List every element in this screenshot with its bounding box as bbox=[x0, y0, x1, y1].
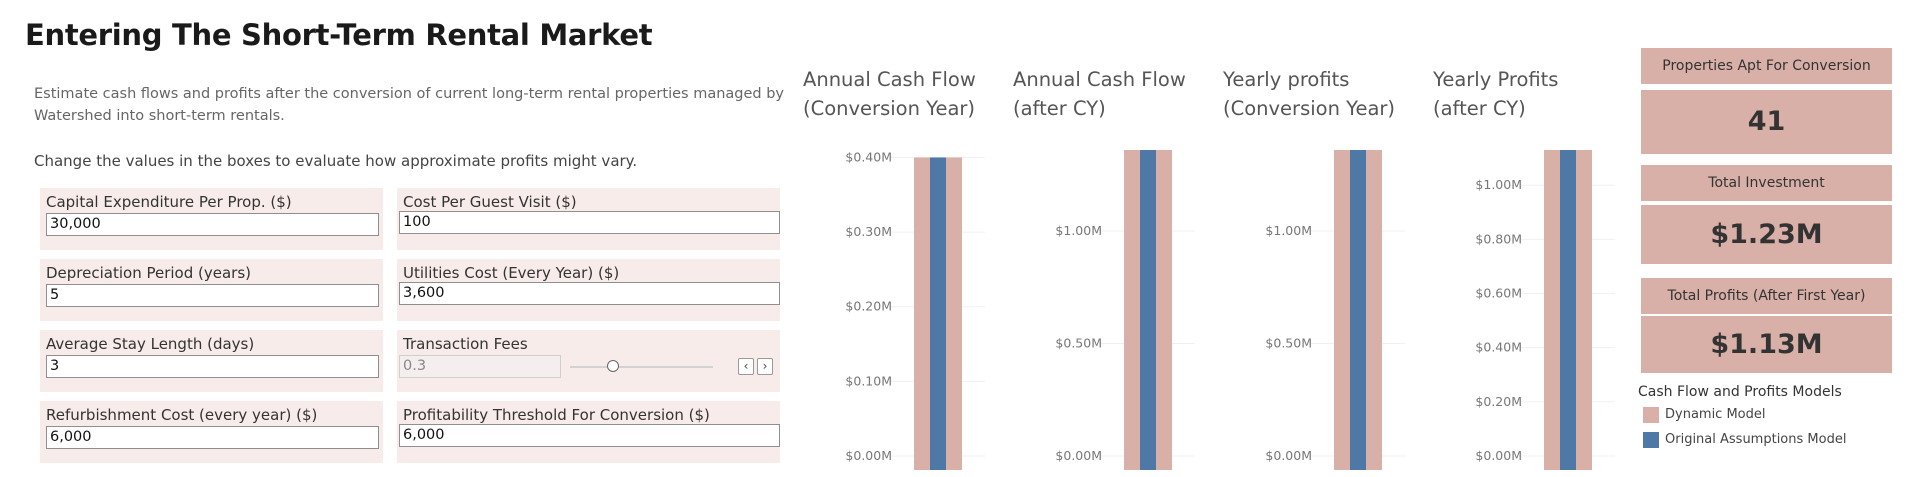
chart-yearly-profits-cy: $0.00M $0.50M $1.00M bbox=[1265, 150, 1405, 470]
y-tick-label: $0.00M bbox=[1475, 448, 1522, 463]
y-tick-label: $0.00M bbox=[1265, 448, 1312, 463]
param-label: Refurbishment Cost (every year) ($) bbox=[46, 406, 318, 424]
chart-annual-cash-flow-after-cy: $0.00M $0.50M $1.00M bbox=[1055, 150, 1195, 470]
y-tick-label: $0.00M bbox=[1055, 448, 1102, 463]
page-title: Entering The Short-Term Rental Market bbox=[25, 18, 653, 52]
threshold-input[interactable]: 6,000 bbox=[399, 424, 780, 447]
legend-title: Cash Flow and Profits Models bbox=[1638, 384, 1842, 400]
legend-swatch bbox=[1643, 432, 1659, 448]
legend-label: Original Assumptions Model bbox=[1665, 432, 1847, 447]
y-tick-label: $0.50M bbox=[1055, 336, 1102, 351]
y-tick-label: $0.40M bbox=[1475, 340, 1522, 355]
y-tick-label: $1.00M bbox=[1055, 223, 1102, 238]
chart-annual-cash-flow-cy: $0.00M $0.10M $0.20M $0.30M $0.40M bbox=[845, 149, 985, 470]
param-transaction-fees: Transaction Fees 0.3 ‹ › bbox=[397, 330, 780, 392]
y-tick-label: $0.40M bbox=[845, 149, 892, 164]
y-tick-label: $0.20M bbox=[1475, 394, 1522, 409]
chart-title-3: Yearly profits (Conversion Year) bbox=[1223, 68, 1396, 120]
chart-yearly-profits-after-cy: $0.00M $0.20M $0.40M $0.60M $0.80M $1.00M bbox=[1475, 150, 1615, 470]
param-label: Transaction Fees bbox=[403, 335, 528, 353]
depreciation-input[interactable]: 5 bbox=[46, 284, 379, 307]
bar-original-model[interactable] bbox=[1560, 150, 1576, 470]
y-tick-label: $0.00M bbox=[845, 448, 892, 463]
y-tick-label: $0.30M bbox=[845, 224, 892, 239]
kpi-properties-label: Properties Apt For Conversion bbox=[1641, 48, 1892, 84]
param-threshold: Profitability Threshold For Conversion (… bbox=[397, 401, 780, 463]
kpi-profits-label: Total Profits (After First Year) bbox=[1641, 278, 1892, 314]
cost-per-visit-input[interactable]: 100 bbox=[399, 211, 780, 234]
bar-original-model[interactable] bbox=[1350, 150, 1366, 470]
decrement-button[interactable]: ‹ bbox=[738, 358, 754, 375]
chart-title-1: Annual Cash Flow (Conversion Year) bbox=[803, 68, 976, 120]
kpi-properties-value: 41 bbox=[1641, 90, 1892, 154]
param-stay-length: Average Stay Length (days) 3 bbox=[40, 330, 383, 392]
instructions: Change the values in the boxes to evalua… bbox=[34, 152, 638, 170]
param-label: Average Stay Length (days) bbox=[46, 335, 255, 353]
y-tick-label: $0.80M bbox=[1475, 231, 1522, 246]
y-tick-label: $1.00M bbox=[1475, 177, 1522, 192]
chart-title-4: Yearly Profits (after CY) bbox=[1433, 68, 1559, 120]
bar-original-model[interactable] bbox=[930, 157, 946, 470]
y-tick-label: $0.50M bbox=[1265, 336, 1312, 351]
param-capex: Capital Expenditure Per Prop. ($) 30,000 bbox=[40, 188, 383, 250]
param-label: Cost Per Guest Visit ($) bbox=[403, 193, 577, 211]
param-cost-per-visit: Cost Per Guest Visit ($) 100 bbox=[397, 188, 780, 250]
y-tick-label: $0.60M bbox=[1475, 286, 1522, 301]
page-description: Estimate cash flows and profits after th… bbox=[34, 86, 784, 124]
kpi-investment-label: Total Investment bbox=[1641, 165, 1892, 201]
y-tick-label: $0.10M bbox=[845, 373, 892, 388]
kpi-profits-value: $1.13M bbox=[1641, 316, 1892, 373]
param-refurbishment: Refurbishment Cost (every year) ($) 6,00… bbox=[40, 401, 383, 463]
param-label: Capital Expenditure Per Prop. ($) bbox=[46, 193, 292, 211]
y-tick-label: $1.00M bbox=[1265, 223, 1312, 238]
param-label: Depreciation Period (years) bbox=[46, 264, 251, 282]
capex-input[interactable]: 30,000 bbox=[46, 213, 379, 236]
refurbishment-input[interactable]: 6,000 bbox=[46, 426, 379, 449]
y-tick-label: $0.20M bbox=[845, 299, 892, 314]
legend-swatch bbox=[1643, 407, 1659, 423]
param-utilities: Utilities Cost (Every Year) ($) 3,600 bbox=[397, 259, 780, 321]
transaction-fees-input[interactable]: 0.3 bbox=[399, 355, 561, 378]
legend-label: Dynamic Model bbox=[1665, 407, 1766, 422]
param-depreciation: Depreciation Period (years) 5 bbox=[40, 259, 383, 321]
slider-thumb[interactable] bbox=[606, 360, 619, 372]
stay-length-input[interactable]: 3 bbox=[46, 355, 379, 378]
transaction-fees-slider[interactable] bbox=[570, 366, 713, 368]
param-label: Profitability Threshold For Conversion (… bbox=[403, 406, 710, 424]
kpi-investment-value: $1.23M bbox=[1641, 205, 1892, 264]
bar-original-model[interactable] bbox=[1140, 150, 1156, 470]
increment-button[interactable]: › bbox=[757, 358, 773, 375]
chart-title-2: Annual Cash Flow (after CY) bbox=[1013, 68, 1186, 120]
utilities-input[interactable]: 3,600 bbox=[399, 282, 780, 305]
param-label: Utilities Cost (Every Year) ($) bbox=[403, 264, 620, 282]
